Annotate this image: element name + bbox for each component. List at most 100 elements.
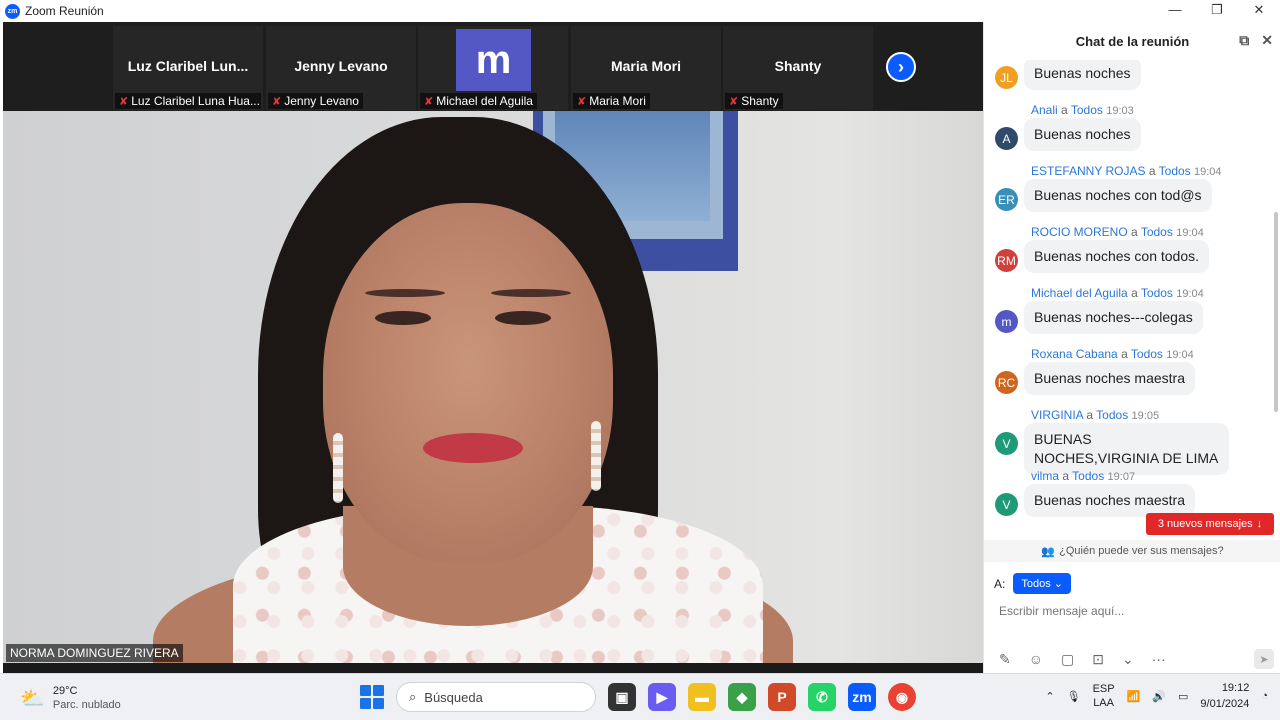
to-word: a [1148, 164, 1156, 178]
start-icon[interactable] [360, 685, 384, 709]
volume-icon[interactable]: 🔊 [1152, 690, 1166, 703]
message-meta: Anali a Todos 19:03 [1031, 103, 1134, 117]
message-bubble: Buenas noches con tod@s [1024, 179, 1212, 212]
sender-name: Michael del Aguila [1031, 286, 1128, 300]
to-word: a [1131, 225, 1138, 239]
teams-icon[interactable]: ▶ [648, 683, 676, 711]
sender-name: ROCIO MORENO [1031, 225, 1128, 239]
whatsapp-icon[interactable]: ✆ [808, 683, 836, 711]
weather-widget[interactable]: ⛅ 29°C Parc. nublado [20, 684, 121, 712]
sender-avatar: RM [995, 249, 1018, 272]
task-view-icon[interactable]: ▣ [608, 683, 636, 711]
message-meta: Michael del Aguila a Todos 19:04 [1031, 286, 1204, 300]
person-earring [333, 433, 343, 503]
minimize-icon[interactable]: — [1154, 0, 1196, 22]
taskbar-apps: ⌕ Búsqueda ▣ ▶ ▬ ◆ P ✆ zm ◉ [360, 682, 916, 712]
file-explorer-icon[interactable]: ▬ [688, 683, 716, 711]
battery-icon[interactable]: ▭ [1178, 690, 1188, 703]
message-bubble: Buenas noches con todos. [1024, 240, 1210, 273]
file-icon[interactable]: ▢ [1061, 651, 1074, 668]
recipient-name: Todos [1072, 469, 1105, 483]
screenshot-icon[interactable]: ⊡ [1092, 651, 1104, 668]
clock[interactable]: 19:12 9/01/2024 [1200, 680, 1249, 712]
participant-name: Luz Claribel Lun... [127, 58, 249, 74]
close-icon[interactable]: ✕ [1238, 0, 1280, 22]
system-tray: ⌃ 🎙 ESP LAA 📶 🔊 ▭ 19:12 9/01/2024 ◔ [1045, 680, 1280, 712]
sender-avatar: JL [995, 66, 1018, 89]
recipient-label: A: [994, 576, 1006, 591]
microphone-icon[interactable]: 🎙 [1067, 690, 1081, 703]
mic-muted-icon: ✘ [729, 95, 739, 108]
mic-muted-icon: ✘ [577, 95, 587, 108]
message-input[interactable] [999, 604, 1269, 618]
message-bubble: BUENAS NOCHES,VIRGINIA DE LIMA [1024, 423, 1229, 475]
chrome-icon[interactable]: ◉ [888, 683, 916, 711]
popout-icon[interactable]: ⧉ [1239, 32, 1249, 49]
to-word: a [1061, 103, 1068, 117]
window-controls: — ❐ ✕ [1154, 0, 1280, 22]
person-eye [375, 311, 431, 325]
recipient-name: Todos [1140, 286, 1173, 300]
sender-avatar: V [995, 493, 1018, 516]
close-chat-icon[interactable]: ✕ [1261, 32, 1273, 49]
person-brow [365, 289, 445, 297]
participant-tile[interactable]: m ✘ Michael del Aguila [418, 26, 568, 110]
title-bar: zm Zoom Reunión — ❐ ✕ [0, 0, 1280, 22]
zoom-logo-icon: zm [5, 3, 20, 19]
language-indicator[interactable]: ESP LAA [1093, 682, 1115, 710]
recipient-name: Todos [1070, 103, 1103, 117]
participant-tile[interactable]: Luz Claribel Lun... ✘ Luz Claribel Luna H… [113, 26, 263, 110]
window-title: Zoom Reunión [25, 4, 104, 18]
weather-temp: 29°C [52, 685, 78, 697]
video-area: Luz Claribel Lun... ✘ Luz Claribel Luna H… [3, 22, 983, 673]
mic-muted-icon: ✘ [119, 95, 129, 108]
to-word: a [1062, 469, 1070, 483]
participant-label: ✘ Luz Claribel Luna Hua... [115, 93, 261, 109]
next-page-button[interactable]: › [886, 52, 916, 82]
chevron-down-icon[interactable]: ⌄ [1122, 651, 1134, 668]
message-time: 19:05 [1131, 410, 1160, 422]
notification-icon[interactable]: ◔ [1261, 690, 1268, 702]
chat-header: Chat de la reunión ⧉ ✕ [984, 22, 1280, 60]
people-icon: 👥 [1041, 545, 1056, 558]
new-messages-button[interactable]: 3 nuevos mensajes ↓ [1146, 513, 1274, 535]
game-icon[interactable]: ◆ [728, 683, 756, 711]
taskbar: ⛅ 29°C Parc. nublado ⌕ Búsqueda ▣ ▶ ▬ ◆ … [0, 673, 1280, 720]
message-time: 19:03 [1106, 105, 1134, 117]
chat-scrollbar[interactable] [1274, 212, 1278, 412]
participant-name: Maria Mori [610, 58, 681, 74]
participant-name: Jenny Levano [294, 58, 388, 74]
message-bubble: Buenas noches [1024, 118, 1141, 151]
wifi-icon[interactable]: 📶 [1127, 690, 1141, 703]
person-lips [423, 433, 523, 463]
chevron-up-icon[interactable]: ⌃ [1045, 690, 1054, 703]
message-list[interactable]: JLJenny Levano a Todos 19:03Buenas noche… [984, 60, 1274, 540]
zoom-icon[interactable]: zm [848, 683, 876, 711]
powerpoint-icon[interactable]: P [768, 683, 796, 711]
sender-name: vilma [1031, 469, 1060, 483]
format-icon[interactable]: ✎ [999, 651, 1011, 668]
participant-tile[interactable]: Maria Mori ✘ Maria Mori [571, 26, 721, 110]
sender-name: VIRGINIA [1031, 408, 1084, 422]
more-icon[interactable]: ··· [1152, 651, 1166, 667]
sender-avatar: m [995, 310, 1018, 333]
participant-tile[interactable]: Jenny Levano ✘ Jenny Levano [266, 26, 416, 110]
who-can-see-link[interactable]: 👥 ¿Quién puede ver sus mensajes? [984, 540, 1280, 562]
speaker-video [3, 111, 983, 663]
message-time: 19:04 [1176, 288, 1204, 300]
sender-name: Anali [1031, 103, 1058, 117]
send-icon[interactable]: ➤ [1254, 649, 1274, 669]
recipient-dropdown[interactable]: Todos ⌄ [1013, 573, 1071, 594]
taskbar-search[interactable]: ⌕ Búsqueda [396, 682, 596, 712]
message-meta: Roxana Cabana a Todos 19:04 [1031, 347, 1194, 361]
participant-tile[interactable]: Shanty ✘ Shanty [723, 26, 873, 110]
message-time: 19:07 [1107, 471, 1136, 483]
sender-avatar: RC [995, 371, 1018, 394]
recipient-name: Todos [1096, 408, 1129, 422]
recipient-row: A: Todos ⌄ [994, 573, 1071, 594]
person-face [323, 203, 613, 563]
maximize-icon[interactable]: ❐ [1196, 0, 1238, 22]
participant-label: ✘ Michael del Aguila [420, 93, 537, 109]
chat-title: Chat de la reunión [1075, 33, 1190, 49]
emoji-icon[interactable]: ☺ [1029, 651, 1043, 667]
